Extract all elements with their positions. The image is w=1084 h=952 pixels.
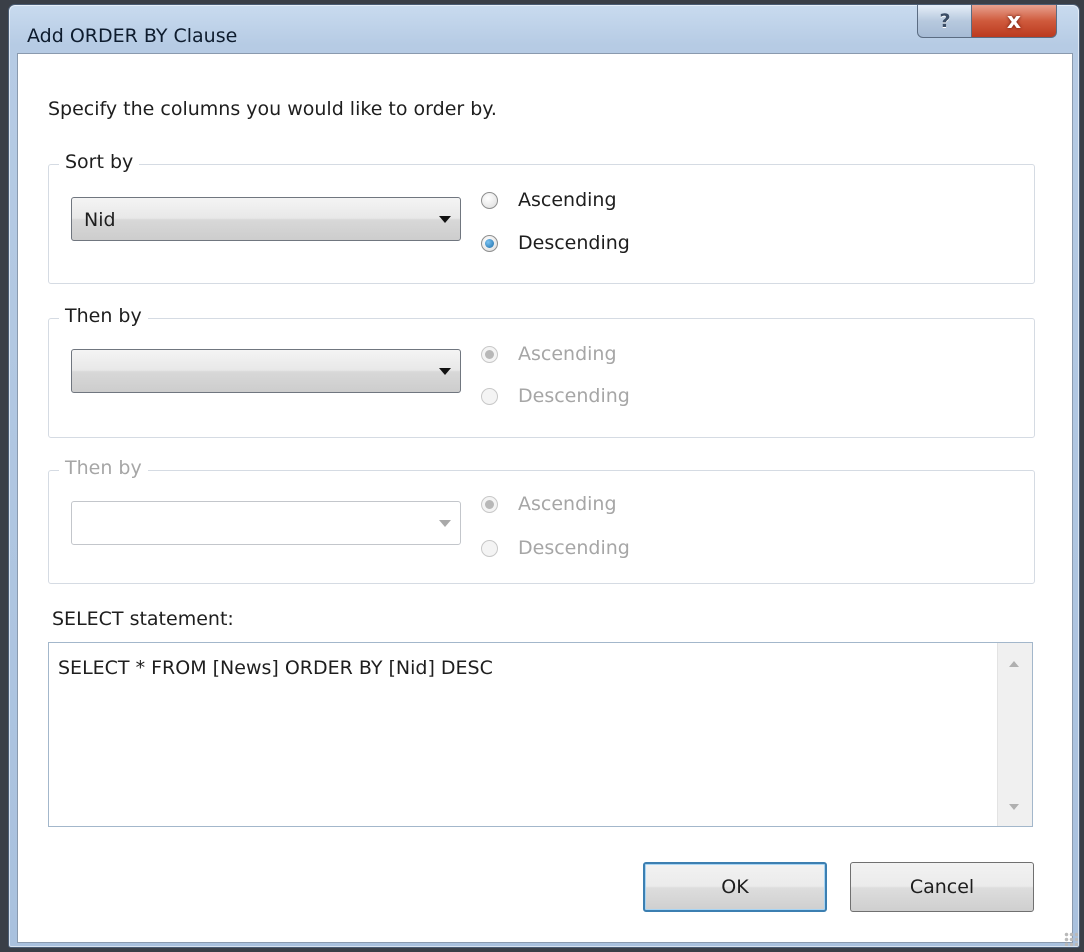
chevron-down-icon (439, 368, 451, 375)
then-by-1-column-select[interactable] (71, 349, 461, 393)
cancel-button[interactable]: Cancel (850, 862, 1034, 912)
then-by-group-1: Then by Ascending Descending (48, 305, 1035, 438)
chevron-down-icon (439, 520, 451, 527)
then-by-1-legend: Then by (59, 305, 148, 327)
vertical-scrollbar[interactable] (997, 643, 1032, 826)
then-by-2-column-select (71, 501, 461, 545)
radio-icon (481, 387, 498, 405)
radio-icon (481, 539, 498, 557)
then-by-2-ascending-radio: Ascending (481, 493, 617, 515)
radio-checked-icon (481, 234, 498, 252)
sort-by-ascending-radio[interactable]: Ascending (481, 189, 617, 211)
then-by-2-descending-label: Descending (518, 537, 630, 559)
radio-icon (481, 191, 498, 209)
then-by-2-legend: Then by (59, 457, 148, 479)
resize-grip-icon[interactable] (1064, 932, 1078, 946)
sort-by-ascending-label: Ascending (518, 189, 617, 211)
chevron-down-icon (439, 216, 451, 223)
select-statement-label: SELECT statement: (52, 608, 234, 630)
select-statement-textarea[interactable]: SELECT * FROM [News] ORDER BY [Nid] DESC (48, 642, 1033, 827)
help-button[interactable]: ? (917, 5, 973, 38)
then-by-1-ascending-radio[interactable]: Ascending (481, 343, 617, 365)
sort-by-descending-radio[interactable]: Descending (481, 232, 630, 254)
then-by-1-descending-label: Descending (518, 385, 630, 407)
sort-by-group: Sort by Nid Ascending Descending (48, 151, 1035, 284)
help-icon: ? (939, 10, 951, 32)
window-title: Add ORDER BY Clause (27, 25, 238, 47)
close-icon: x (1006, 8, 1022, 34)
then-by-group-2: Then by Ascending Descending (48, 457, 1035, 584)
sort-by-column-value: Nid (84, 209, 116, 231)
scroll-up-icon[interactable] (1009, 661, 1019, 667)
scroll-down-icon[interactable] (1009, 804, 1019, 810)
radio-checked-icon (481, 495, 498, 513)
select-statement-text: SELECT * FROM [News] ORDER BY [Nid] DESC (58, 657, 493, 679)
then-by-2-descending-radio: Descending (481, 537, 630, 559)
then-by-2-ascending-label: Ascending (518, 493, 617, 515)
then-by-1-descending-radio[interactable]: Descending (481, 385, 630, 407)
sort-by-legend: Sort by (59, 151, 140, 173)
close-button[interactable]: x (971, 5, 1057, 38)
then-by-1-ascending-label: Ascending (518, 343, 617, 365)
radio-checked-icon (481, 345, 498, 363)
instruction-text: Specify the columns you would like to or… (48, 98, 497, 120)
ok-button[interactable]: OK (643, 862, 827, 912)
sort-by-column-select[interactable]: Nid (71, 197, 461, 241)
sort-by-descending-label: Descending (518, 232, 630, 254)
